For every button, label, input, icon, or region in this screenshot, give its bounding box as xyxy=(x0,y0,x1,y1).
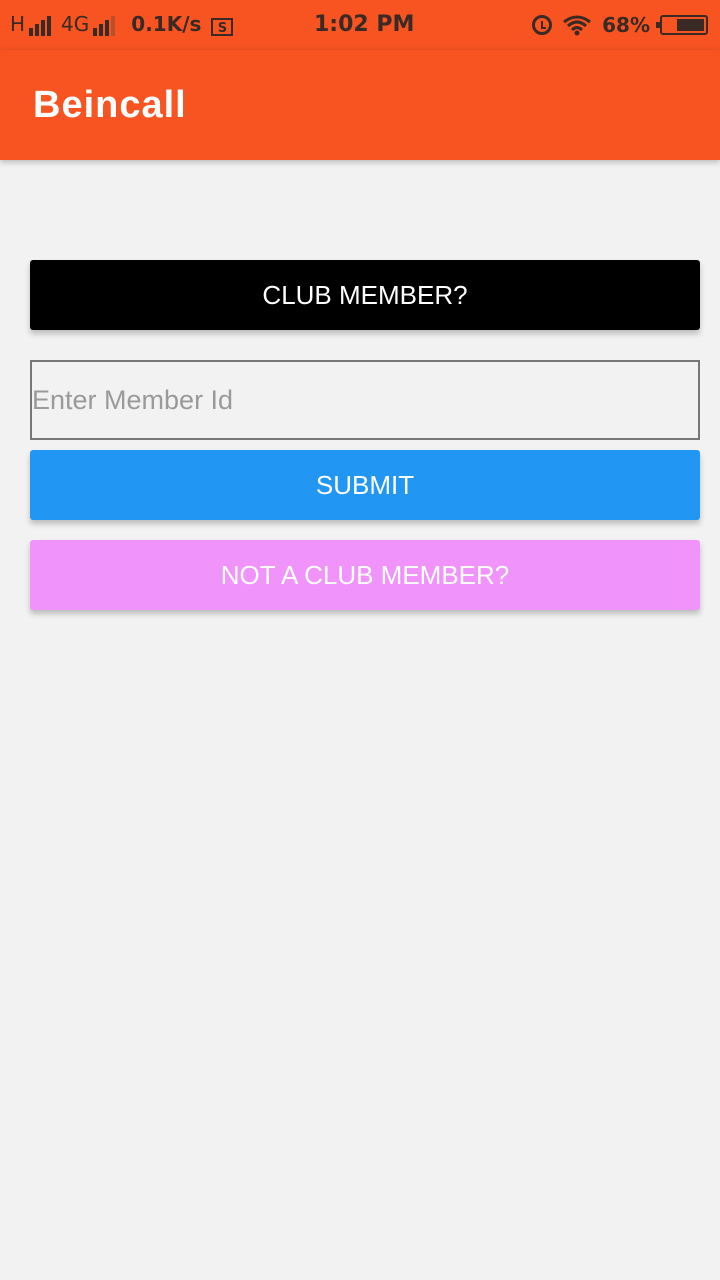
network-type-2: 4G xyxy=(61,12,90,36)
network-speed: 0.1K/s xyxy=(131,12,202,36)
status-bar-left: H 4G 0.1K/s S xyxy=(10,12,234,36)
not-club-member-button[interactable]: NOT A CLUB MEMBER? xyxy=(30,540,700,610)
member-id-input[interactable] xyxy=(30,360,700,440)
status-bar: H 4G 0.1K/s S 1:02 PM 68% xyxy=(0,0,720,50)
status-time: 1:02 PM xyxy=(314,12,415,37)
battery-percent: 68% xyxy=(602,13,650,37)
signal-strength-icon xyxy=(29,14,52,36)
battery-icon xyxy=(656,15,708,35)
screenshot-icon: S xyxy=(211,18,234,36)
club-member-button[interactable]: CLUB MEMBER? xyxy=(30,260,700,330)
submit-button[interactable]: SUBMIT xyxy=(30,450,700,520)
app-bar: Beincall xyxy=(0,50,720,160)
network-type-1: H xyxy=(10,12,26,36)
signal-strength-2-icon xyxy=(93,14,116,36)
app-title: Beincall xyxy=(33,84,187,126)
status-bar-right: 68% xyxy=(532,12,708,38)
wifi-icon xyxy=(563,15,592,36)
alarm-icon xyxy=(532,15,553,35)
battery-fill xyxy=(677,19,704,31)
